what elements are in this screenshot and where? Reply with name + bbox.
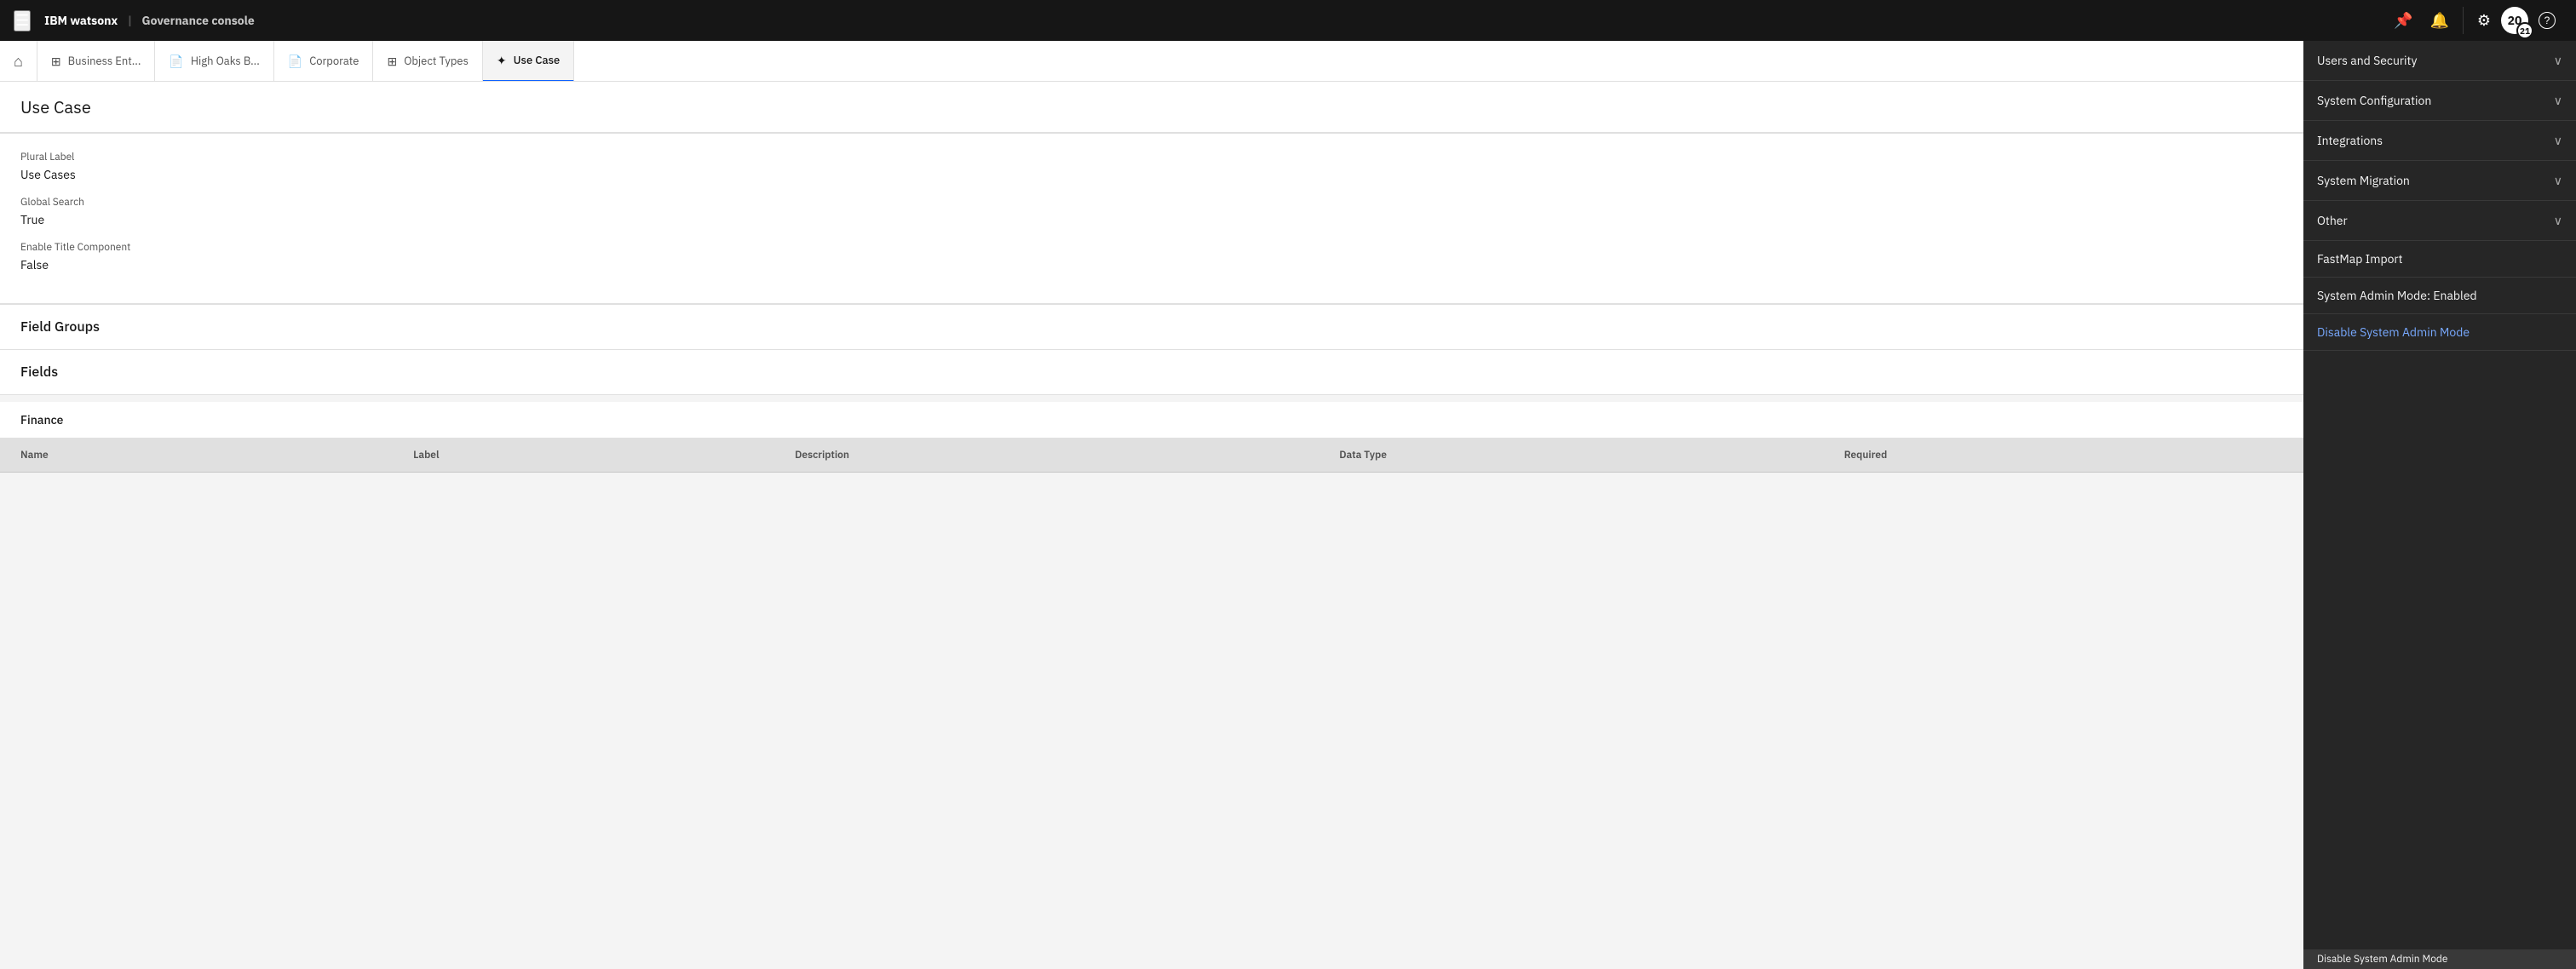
right-panel: Solution Configuration ∨ Users and Secur…: [2303, 0, 2576, 969]
system-migration-label: System Migration: [2317, 173, 2410, 188]
tab-high-oaks[interactable]: 📄 High Oaks B...: [155, 41, 273, 82]
disable-admin-mode-item[interactable]: Disable System Admin Mode: [2303, 314, 2576, 351]
col-data-type: Data Type: [1319, 439, 1823, 473]
system-config-section: System Configuration ∨: [2303, 81, 2576, 121]
tab-high-oaks-icon: 📄: [169, 54, 183, 69]
fields-label: Fields: [20, 364, 58, 381]
integrations-section: Integrations ∨: [2303, 121, 2576, 161]
gear-icon: ⚙: [2477, 12, 2491, 30]
finance-section: Finance Name Label Description Data Type…: [0, 402, 2303, 473]
tab-use-case[interactable]: ✦ Use Case: [483, 41, 574, 82]
tab-object-types-label: Object Types: [404, 54, 469, 68]
system-migration-chevron: ∨: [2554, 173, 2562, 188]
main-content: Use Case Plural Label Use Cases Global S…: [0, 82, 2303, 969]
system-config-label: System Configuration: [2317, 93, 2431, 108]
avatar-badge: 21: [2516, 22, 2533, 39]
other-label: Other: [2317, 213, 2348, 228]
notifications-button[interactable]: 🔔: [2423, 5, 2455, 37]
tooltip-bar: Disable System Admin Mode: [2303, 949, 2576, 969]
col-description: Description: [774, 439, 1319, 473]
enable-title-row: Enable Title Component False: [20, 241, 2283, 272]
promote-icon-button[interactable]: 📌: [2387, 5, 2419, 37]
brand-ibm: IBM: [44, 13, 67, 28]
help-icon: ?: [2539, 12, 2556, 29]
system-migration-section: System Migration ∨: [2303, 161, 2576, 201]
tab-object-types[interactable]: ⊞ Object Types: [373, 41, 482, 82]
top-nav-right-actions: 📌 🔔 ⚙ 20 21 ?: [2387, 5, 2562, 37]
hamburger-menu-button[interactable]: ☰: [14, 10, 31, 32]
help-button[interactable]: ?: [2532, 5, 2562, 36]
tab-home[interactable]: ⌂: [0, 41, 37, 82]
integrations-label: Integrations: [2317, 133, 2383, 148]
brand-watsonx: watsonx: [70, 13, 118, 28]
col-label: Label: [393, 439, 774, 473]
avatar-wrapper: 20 21: [2501, 7, 2528, 34]
other-chevron: ∨: [2554, 213, 2562, 228]
tab-bar: ⌂ ⊞ Business Ent... 📄 High Oaks B... 📄 C…: [0, 41, 2303, 82]
tooltip-text: Disable System Admin Mode: [2317, 953, 2447, 966]
field-groups-section: Field Groups: [0, 304, 2303, 350]
info-section: Plural Label Use Cases Global Search Tru…: [0, 134, 2303, 303]
tab-use-case-icon: ✦: [497, 53, 507, 68]
plural-label-row: Plural Label Use Cases: [20, 151, 2283, 182]
users-security-section: Users and Security ∨: [2303, 41, 2576, 81]
enable-title-value: False: [20, 257, 2283, 272]
brand-label: IBM watsonx | Governance console: [44, 13, 255, 28]
system-admin-mode-label: System Admin Mode: Enabled: [2317, 288, 2477, 303]
tab-corporate[interactable]: 📄 Corporate: [274, 41, 374, 82]
hamburger-icon: ☰: [15, 12, 29, 29]
col-required: Required: [1824, 439, 2303, 473]
table-header-row: Name Label Description Data Type Require…: [0, 439, 2303, 473]
home-icon: ⌂: [14, 51, 23, 71]
tab-business-ent[interactable]: ⊞ Business Ent...: [37, 41, 156, 82]
global-search-key: Global Search: [20, 196, 2283, 209]
users-security-header[interactable]: Users and Security ∨: [2303, 41, 2576, 80]
tab-business-ent-label: Business Ent...: [68, 54, 141, 68]
users-security-label: Users and Security: [2317, 53, 2417, 68]
tab-high-oaks-label: High Oaks B...: [191, 54, 260, 68]
fields-table: Name Label Description Data Type Require…: [0, 439, 2303, 473]
col-name: Name: [0, 439, 393, 473]
brand-console: Governance console: [142, 13, 255, 28]
tab-corporate-label: Corporate: [309, 54, 359, 68]
fields-section: Fields: [0, 350, 2303, 395]
integrations-chevron: ∨: [2554, 133, 2562, 148]
fields-table-container: Name Label Description Data Type Require…: [0, 439, 2303, 473]
plural-label-key: Plural Label: [20, 151, 2283, 163]
system-admin-mode-item[interactable]: System Admin Mode: Enabled: [2303, 278, 2576, 314]
page-header: Use Case: [0, 82, 2303, 133]
system-config-chevron: ∨: [2554, 93, 2562, 108]
promote-icon: 📌: [2394, 12, 2412, 30]
global-search-value: True: [20, 212, 2283, 227]
finance-header: Finance: [0, 402, 2303, 439]
bell-icon: 🔔: [2429, 12, 2448, 30]
global-search-row: Global Search True: [20, 196, 2283, 227]
top-navigation: ☰ IBM watsonx | Governance console 📌 🔔 ⚙…: [0, 0, 2576, 41]
other-section: Other ∨: [2303, 201, 2576, 241]
tab-corporate-icon: 📄: [288, 54, 302, 69]
plural-label-value: Use Cases: [20, 167, 2283, 182]
fastmap-import-item[interactable]: FastMap Import: [2303, 241, 2576, 278]
settings-button[interactable]: ⚙: [2470, 5, 2498, 37]
integrations-header[interactable]: Integrations ∨: [2303, 121, 2576, 160]
tab-use-case-label: Use Case: [514, 53, 561, 67]
system-config-header[interactable]: System Configuration ∨: [2303, 81, 2576, 120]
field-groups-label: Field Groups: [20, 318, 100, 335]
brand-separator: |: [128, 13, 135, 28]
disable-admin-mode-label: Disable System Admin Mode: [2317, 324, 2470, 340]
tab-business-ent-icon: ⊞: [51, 54, 61, 69]
fastmap-import-label: FastMap Import: [2317, 251, 2403, 267]
other-header[interactable]: Other ∨: [2303, 201, 2576, 240]
page-title: Use Case: [20, 95, 2283, 118]
nav-divider: [2463, 7, 2464, 34]
tab-object-types-icon: ⊞: [387, 54, 397, 69]
system-migration-header[interactable]: System Migration ∨: [2303, 161, 2576, 200]
enable-title-key: Enable Title Component: [20, 241, 2283, 254]
users-security-chevron: ∨: [2554, 53, 2562, 68]
